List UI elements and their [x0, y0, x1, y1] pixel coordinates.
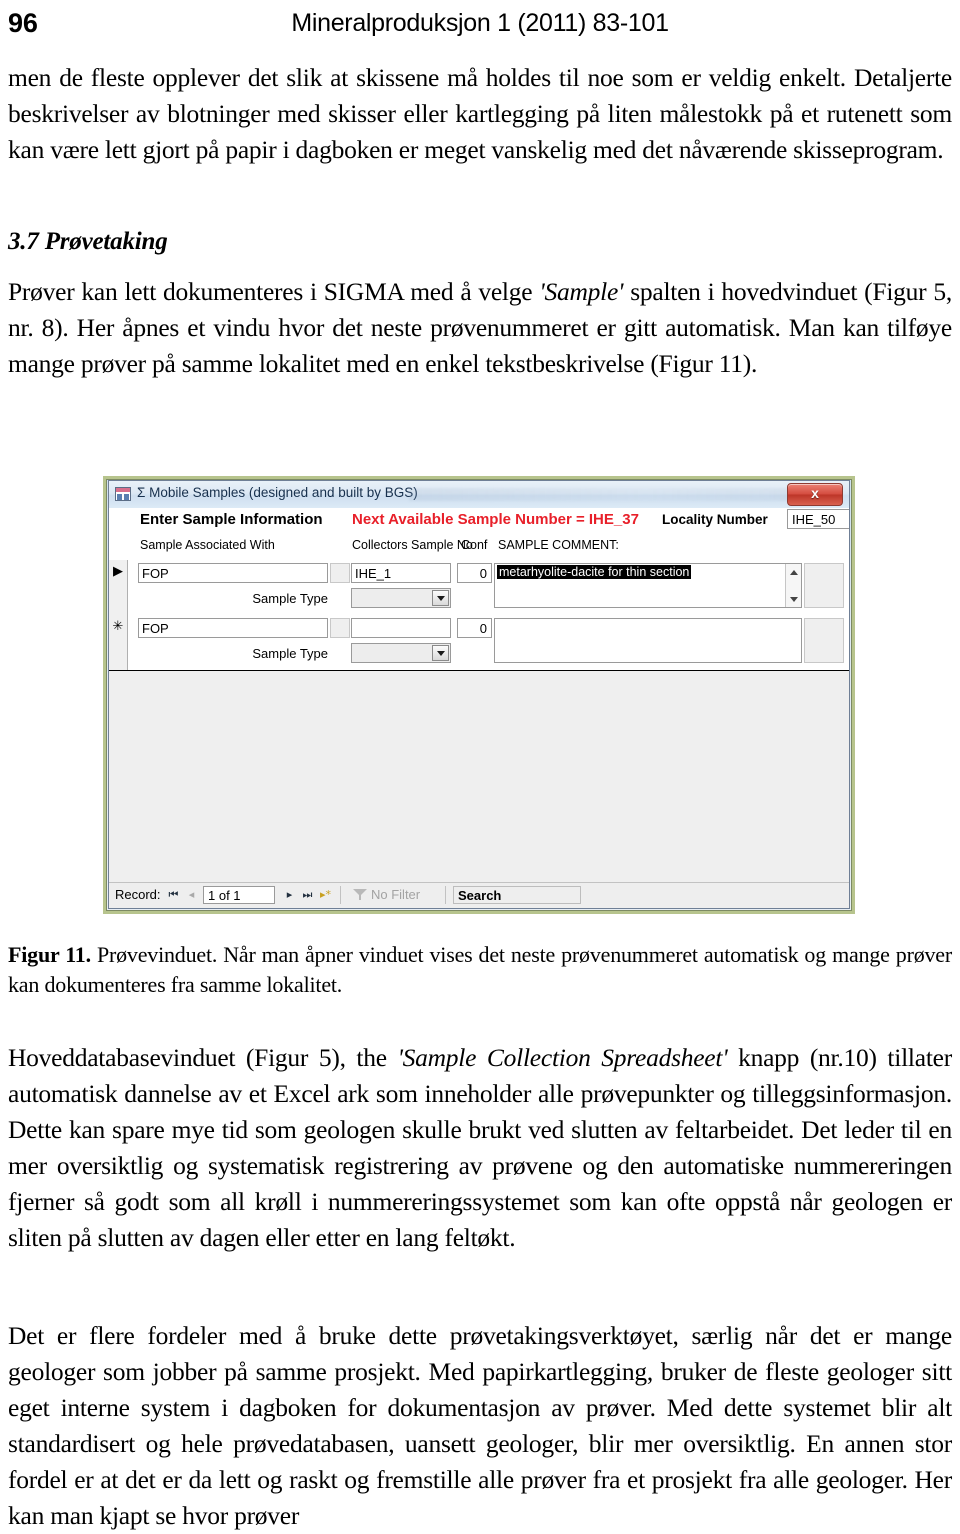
collectors-sample-no-input-row2[interactable] [351, 618, 451, 638]
record-navigation-bar: Record: ⏮ ◂ 1 of 1 ▸ ⏭ ▸* No Filter Sear… [109, 882, 849, 908]
column-header-collectors-sample-no: Collectors Sample No [352, 538, 473, 552]
chevron-down-icon[interactable] [432, 645, 449, 661]
conf-value-row2: 0 [479, 621, 487, 636]
sample-type-combo-row2[interactable] [351, 643, 451, 663]
figure-caption-label: Figur 11. [8, 942, 91, 967]
new-record-marker: ✳ [112, 619, 124, 634]
section-heading-block: 3.7 Prøvetaking [8, 228, 952, 256]
paragraph-2-part-a: Prøver kan lett dokumenteres i SIGMA med… [8, 277, 540, 306]
record-position-input[interactable]: 1 of 1 [203, 886, 275, 904]
form-blank-area [109, 670, 849, 882]
journal-citation: Mineralproduksjon 1 (2011) 83-101 [291, 9, 669, 37]
sample-associated-with-input-row2[interactable]: FOP [138, 618, 328, 638]
column-header-sample-associated-with: Sample Associated With [140, 538, 275, 552]
scroll-down-icon[interactable] [786, 593, 801, 606]
paragraph-1-block: men de fleste opplever det slik at skiss… [8, 60, 952, 168]
paragraph-3-emphasis: 'Sample Collection Spreadsheet' [397, 1043, 728, 1072]
search-input[interactable]: Search [453, 886, 581, 904]
form-area: Enter Sample Information Next Available … [109, 508, 849, 908]
search-label: Search [458, 888, 502, 903]
sample-type-label-row2: Sample Type [252, 646, 328, 661]
column-header-sample-comment: SAMPLE COMMENT: [498, 538, 619, 552]
memo-scrollbar-row1[interactable] [785, 564, 801, 607]
record-position-value: 1 of 1 [208, 888, 241, 903]
sample-associated-with-input-row1[interactable]: FOP [138, 563, 328, 583]
collectors-sample-no-value-row1: IHE_1 [355, 566, 392, 581]
sample-comment-memo-row1[interactable]: metarhyolite-dacite for thin section [494, 563, 802, 608]
sample-comment-memo-row2[interactable] [494, 618, 802, 663]
close-icon: x [811, 485, 819, 501]
section-heading: 3.7 Prøvetaking [8, 228, 168, 255]
paragraph-1: men de fleste opplever det slik at skiss… [8, 63, 952, 164]
no-filter-label[interactable]: No Filter [371, 887, 420, 902]
window-title: Σ Mobile Samples (designed and built by … [137, 485, 418, 500]
locality-number-value: IHE_50 [792, 512, 836, 527]
window-inner: Σ Mobile Samples (designed and built by … [108, 480, 850, 909]
row-selector[interactable]: ✳ [109, 615, 128, 670]
close-button[interactable]: x [787, 483, 843, 506]
row2-right-spacer [804, 618, 844, 663]
sample-associated-with-value-row2: FOP [142, 621, 169, 636]
conf-value-row1: 0 [479, 566, 487, 581]
filter-funnel-icon [353, 888, 367, 902]
table-row[interactable]: ✳ FOP 0 Sample Type [109, 615, 849, 671]
window-titlebar[interactable]: Σ Mobile Samples (designed and built by … [109, 481, 849, 509]
sample-type-combo-row1[interactable] [351, 588, 451, 608]
row1-spacer-box [330, 563, 350, 583]
column-headers: Sample Associated With Collectors Sample… [109, 534, 849, 560]
paragraph-2-block: Prøver kan lett dokumenteres i SIGMA med… [8, 274, 952, 382]
paragraph-2: Prøver kan lett dokumenteres i SIGMA med… [8, 274, 952, 382]
first-record-button[interactable]: ⏮ [165, 886, 182, 904]
figure-11-screenshot: Σ Mobile Samples (designed and built by … [103, 476, 855, 914]
record-label: Record: [115, 887, 161, 902]
next-record-button[interactable]: ▸ [281, 886, 298, 904]
table-row[interactable]: ▶ FOP IHE_1 0 metarhyolite-dacite for th… [109, 560, 849, 616]
sample-associated-with-value-row1: FOP [142, 566, 169, 581]
next-available-sample-number-label: Next Available Sample Number = IHE_37 [352, 511, 639, 528]
enter-sample-information-label: Enter Sample Information [140, 511, 323, 528]
paragraph-4: Det er flere fordeler med å bruke dette … [8, 1321, 952, 1530]
paragraph-2-emphasis: 'Sample' [539, 277, 624, 306]
locality-number-input[interactable]: IHE_50 [787, 509, 849, 529]
sample-type-label-row1: Sample Type [252, 591, 328, 606]
chevron-down-icon[interactable] [432, 590, 449, 606]
row1-right-spacer [804, 563, 844, 608]
paragraph-3-part-b: knapp (nr.10) tillater automatisk dannel… [8, 1043, 952, 1252]
figure-caption: Figur 11. Prøvevinduet. Når man åpner vi… [8, 940, 952, 1000]
running-head: 96 Mineralproduksjon 1 (2011) 83-101 [0, 8, 960, 42]
conf-input-row2[interactable]: 0 [457, 618, 492, 638]
row2-spacer-box [330, 618, 350, 638]
locality-number-label: Locality Number [662, 512, 768, 527]
previous-record-button[interactable]: ◂ [183, 886, 200, 904]
form-header: Enter Sample Information Next Available … [109, 508, 849, 561]
paragraph-3: Hoveddatabasevinduet (Figur 5), the 'Sam… [8, 1040, 952, 1256]
current-record-marker: ▶ [113, 564, 123, 579]
document-page: 96 Mineralproduksjon 1 (2011) 83-101 men… [0, 0, 960, 1530]
paragraph-3-part-a: Hoveddatabasevinduet (Figur 5), the [8, 1043, 398, 1072]
paragraph-4-block: Det er flere fordeler med å bruke dette … [8, 1318, 952, 1534]
new-record-button[interactable]: ▸* [317, 886, 334, 904]
access-form-icon [115, 487, 131, 501]
paragraph-3-block: Hoveddatabasevinduet (Figur 5), the 'Sam… [8, 1040, 952, 1256]
last-record-button[interactable]: ⏭ [299, 886, 316, 904]
collectors-sample-no-input-row1[interactable]: IHE_1 [351, 563, 451, 583]
row-selector[interactable]: ▶ [109, 560, 128, 615]
sample-comment-value-row1: metarhyolite-dacite for thin section [497, 565, 692, 579]
conf-input-row1[interactable]: 0 [457, 563, 492, 583]
column-header-conf: Conf [461, 538, 488, 552]
figure-caption-block: Figur 11. Prøvevinduet. Når man åpner vi… [8, 940, 952, 1000]
scroll-up-icon[interactable] [786, 565, 801, 578]
figure-caption-text: Prøvevinduet. Når man åpner vinduet vise… [8, 942, 952, 997]
titlebar-artifact [409, 488, 839, 501]
